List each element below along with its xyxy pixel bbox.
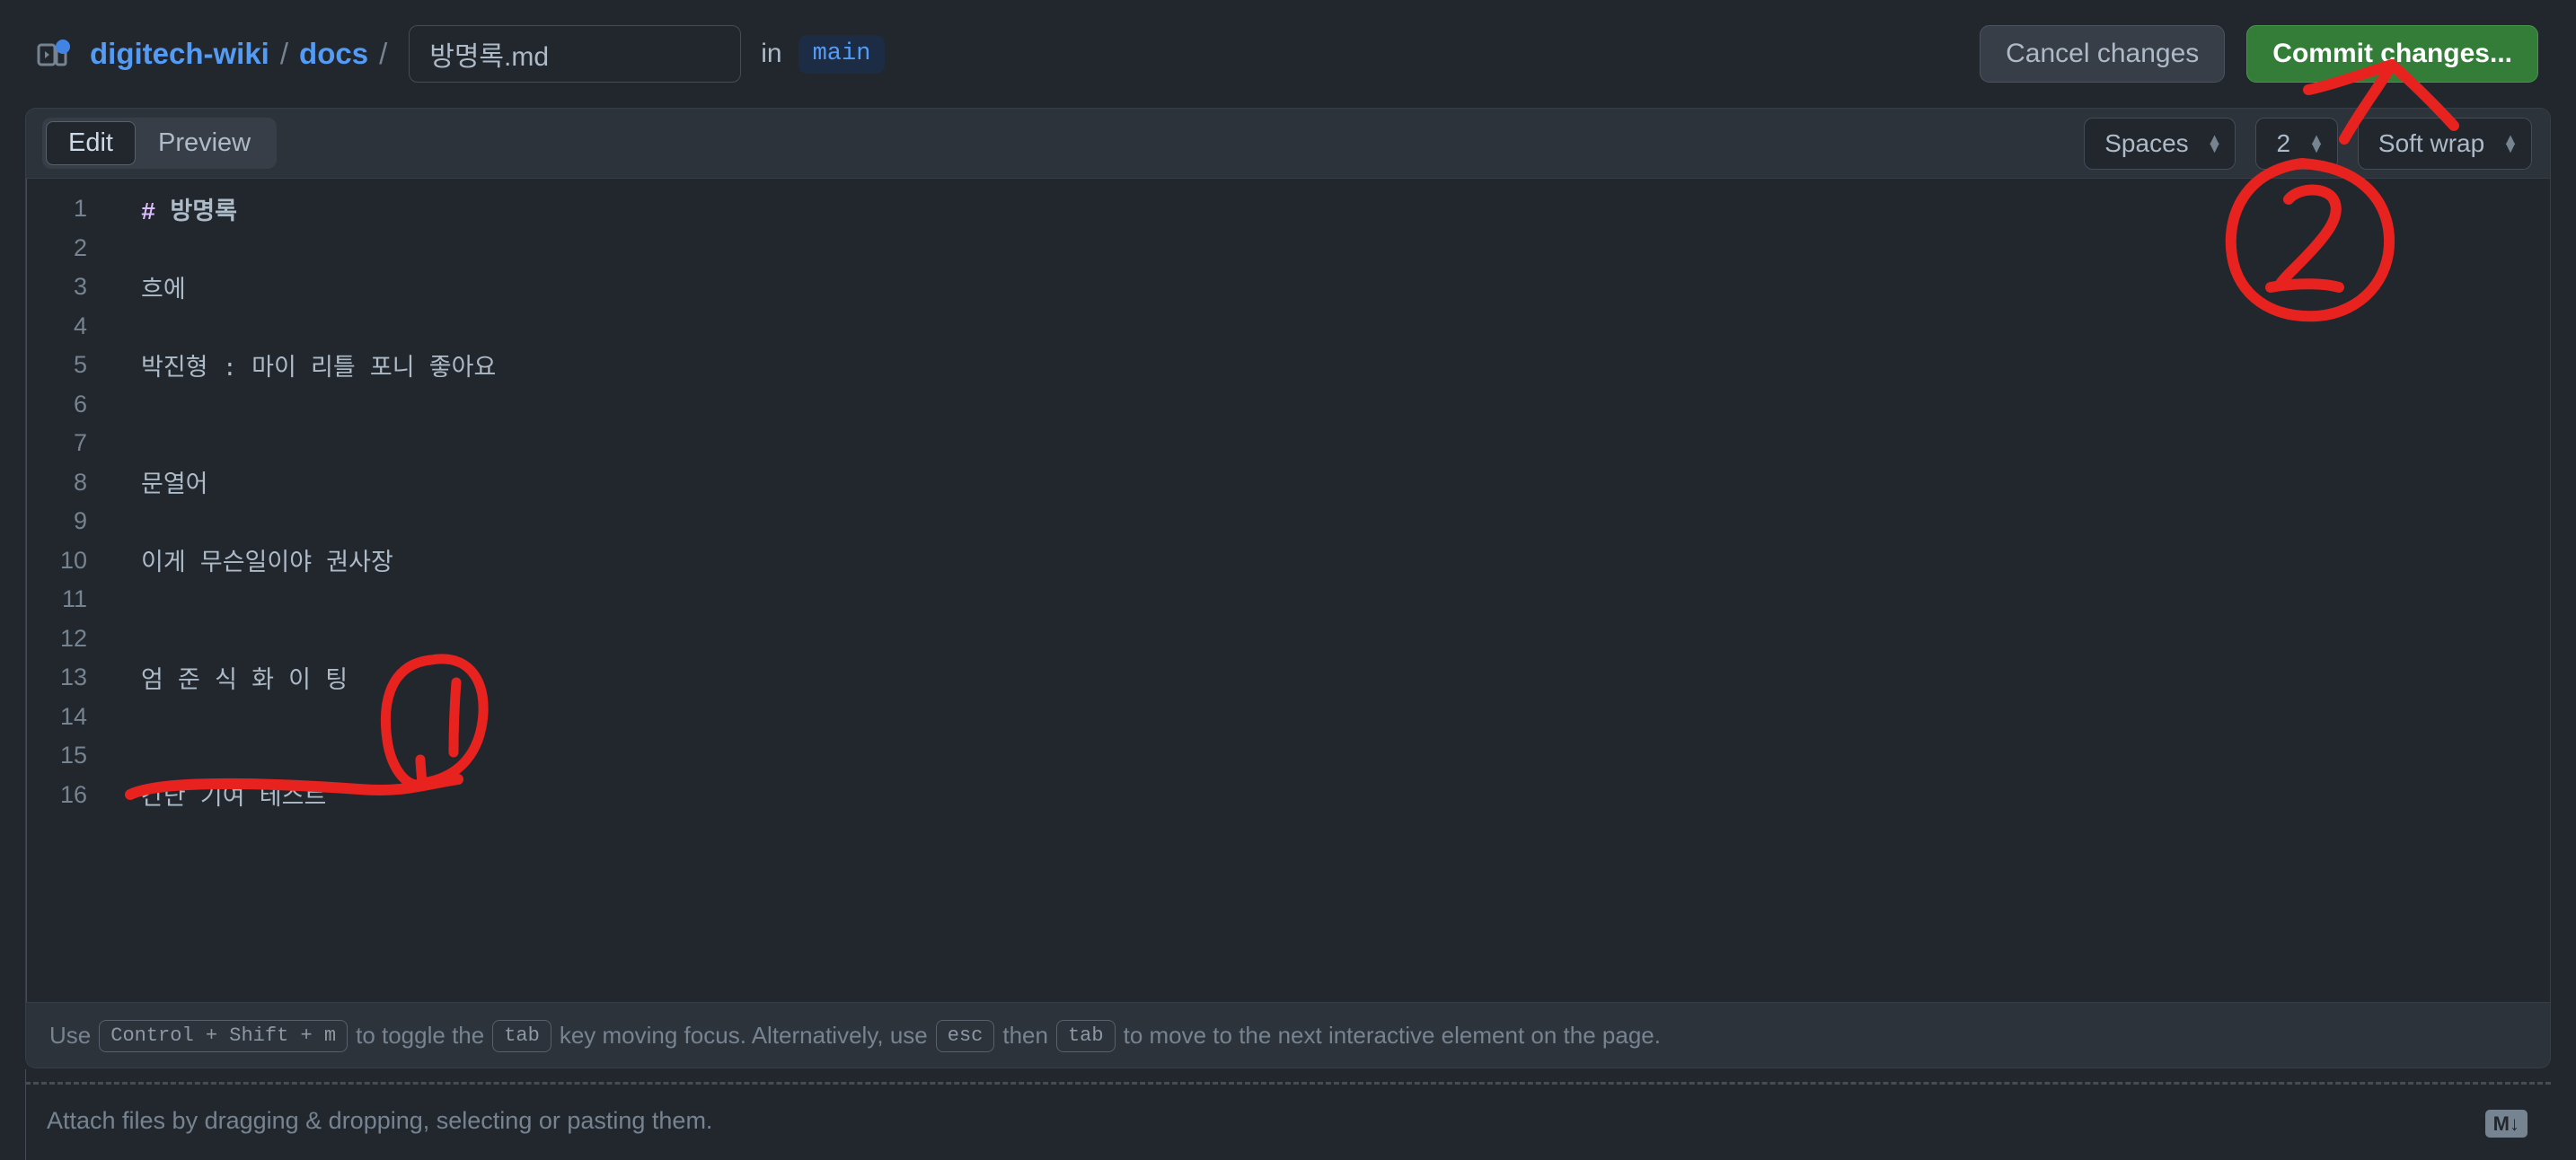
help-text-part-1: Use xyxy=(49,1022,91,1050)
code-line: 2 xyxy=(26,229,2550,268)
code-line: 10 이게 무슨일이야 권사장 xyxy=(26,541,2550,581)
breadcrumb-folder-link[interactable]: docs xyxy=(299,37,368,71)
editor-card: Edit Preview Spaces ▲▼ 2 ▲▼ Soft wrap ▲▼ xyxy=(25,108,2551,1068)
tab-preview[interactable]: Preview xyxy=(136,121,273,165)
markdown-badge-label: M xyxy=(2493,1112,2510,1135)
attach-files-footer[interactable]: Attach files by dragging & dropping, sel… xyxy=(25,1069,2551,1160)
line-number: 3 xyxy=(26,273,87,301)
wrap-mode-value: Soft wrap xyxy=(2378,129,2484,158)
editor-toolbar: Edit Preview Spaces ▲▼ 2 ▲▼ Soft wrap ▲▼ xyxy=(26,109,2550,179)
line-number: 12 xyxy=(26,625,87,653)
cancel-changes-button[interactable]: Cancel changes xyxy=(1980,25,2225,83)
code-gutter-rule xyxy=(26,179,27,1002)
line-number: 8 xyxy=(26,469,87,497)
editor-header: digitech-wiki / docs / in main Cancel ch… xyxy=(0,0,2576,108)
kbd-tab-2: tab xyxy=(1056,1020,1116,1052)
commit-changes-button[interactable]: Commit changes... xyxy=(2246,25,2538,83)
breadcrumb-repo-link[interactable]: digitech-wiki xyxy=(90,37,269,71)
line-number: 2 xyxy=(26,234,87,262)
breadcrumb: digitech-wiki / docs / xyxy=(90,37,398,71)
kbd-esc: esc xyxy=(936,1020,995,1052)
line-number: 10 xyxy=(26,547,87,575)
attach-files-text: Attach files by dragging & dropping, sel… xyxy=(47,1107,712,1135)
github-file-editor-page: digitech-wiki / docs / in main Cancel ch… xyxy=(0,0,2576,1160)
kbd-tab-1: tab xyxy=(492,1020,551,1052)
line-number: 16 xyxy=(26,781,87,809)
code-line: 9 xyxy=(26,502,2550,541)
markdown-heading-text: 방명록 xyxy=(155,200,237,227)
chevron-updown-icon: ▲▼ xyxy=(2207,136,2223,152)
code-line: 6 xyxy=(26,385,2550,425)
code-line: 11 xyxy=(26,580,2550,620)
line-content: 이게 무슨일이야 권사장 xyxy=(141,542,393,578)
code-line: 3 흐에 xyxy=(26,268,2550,307)
code-line: 12 xyxy=(26,620,2550,659)
line-content: 박진형 : 마이 리틀 포니 좋아요 xyxy=(141,347,496,383)
code-line: 1 # 방명록 xyxy=(26,189,2550,229)
code-lines: 1 # 방명록 2 3 흐에 4 5 박진형 : 마이 리틀 포니 좋아요 6 7 8 문열어 9 10 이… xyxy=(26,179,2550,814)
code-line: 4 xyxy=(26,307,2550,347)
edit-preview-tabs: Edit Preview xyxy=(42,118,277,169)
line-number: 15 xyxy=(26,742,87,769)
code-line: 8 문열어 xyxy=(26,463,2550,503)
breadcrumb-separator-2: / xyxy=(379,37,387,71)
code-line: 5 박진형 : 마이 리틀 포니 좋아요 xyxy=(26,346,2550,385)
wiki-page-icon xyxy=(36,36,72,72)
kbd-control-shift-m: Control + Shift + m xyxy=(99,1020,348,1052)
line-content: 엄 준 식 화 이 팅 xyxy=(141,660,348,696)
help-text-part-2: to toggle the xyxy=(356,1022,484,1050)
line-number: 9 xyxy=(26,507,87,535)
code-line: 13 엄 준 식 화 이 팅 xyxy=(26,658,2550,698)
code-editor-area[interactable]: 1 # 방명록 2 3 흐에 4 5 박진형 : 마이 리틀 포니 좋아요 6 7 8 문열어 9 10 이… xyxy=(26,179,2550,1002)
line-number: 6 xyxy=(26,391,87,418)
filename-input[interactable] xyxy=(409,25,741,83)
line-number: 13 xyxy=(26,663,87,691)
chevron-updown-icon: ▲▼ xyxy=(2502,136,2519,152)
line-number: 11 xyxy=(26,585,87,613)
markdown-hash: # xyxy=(141,200,155,227)
breadcrumb-separator-1: / xyxy=(280,37,288,71)
keyboard-help-bar: Use Control + Shift + m to toggle the ta… xyxy=(26,1002,2550,1068)
indent-mode-select[interactable]: Spaces ▲▼ xyxy=(2084,118,2236,170)
line-number: 14 xyxy=(26,703,87,731)
branch-badge: main xyxy=(798,35,886,74)
attach-dashed-divider xyxy=(25,1082,2551,1085)
wrap-mode-select[interactable]: Soft wrap ▲▼ xyxy=(2358,118,2532,170)
in-label: in xyxy=(761,39,781,69)
help-text-part-5: to move to the next interactive element … xyxy=(1124,1022,1661,1050)
line-content: 간단 기여 테스트 xyxy=(141,777,326,813)
code-line: 15 xyxy=(26,736,2550,776)
help-text-part-3: key moving focus. Alternatively, use xyxy=(560,1022,928,1050)
line-number: 7 xyxy=(26,429,87,457)
tab-edit[interactable]: Edit xyxy=(46,121,136,165)
indent-size-select[interactable]: 2 ▲▼ xyxy=(2255,118,2337,170)
line-number: 5 xyxy=(26,351,87,379)
code-line: 7 xyxy=(26,424,2550,463)
chevron-updown-icon: ▲▼ xyxy=(2308,136,2325,152)
indent-mode-value: Spaces xyxy=(2104,129,2188,158)
line-content: 문열어 xyxy=(141,464,208,500)
indent-size-value: 2 xyxy=(2276,129,2290,158)
markdown-badge[interactable]: M↓ xyxy=(2485,1110,2527,1138)
help-text-part-4: then xyxy=(1002,1022,1048,1050)
line-number: 4 xyxy=(26,312,87,340)
line-content: # 방명록 xyxy=(141,191,237,227)
line-content: 흐에 xyxy=(141,269,186,305)
code-line: 16 간단 기여 테스트 xyxy=(26,776,2550,815)
code-line: 14 xyxy=(26,698,2550,737)
line-number: 1 xyxy=(26,195,87,223)
